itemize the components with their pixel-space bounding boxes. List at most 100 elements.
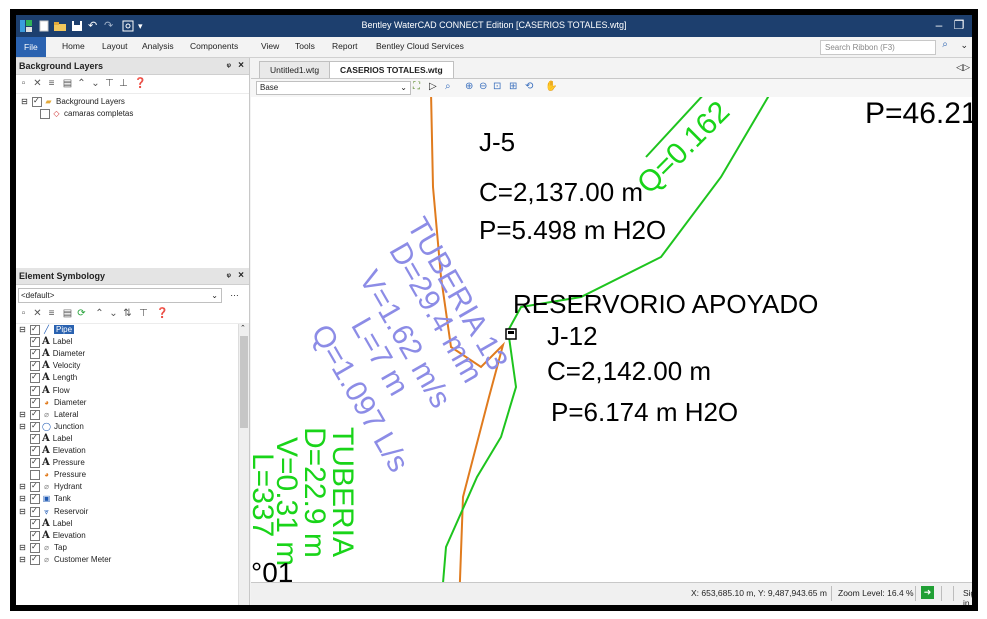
symbology-tree-item[interactable]: ⊟ ⌀ Hydrant [18, 480, 82, 493]
tab-scroll-icon[interactable]: ◁▷ [956, 62, 970, 73]
drawing-canvas[interactable]: P=46.21 J-5 C=2,137.00 m P=5.498 m H2O R… [251, 97, 972, 583]
scroll-down-arrow[interactable]: ⌄ [240, 601, 246, 605]
symbology-tree-item[interactable]: ⊟ ⌀ Lateral [18, 408, 78, 421]
symbology-tree-item[interactable]: ◕ Pressure [30, 469, 86, 481]
symbology-tree-item[interactable]: ⊟ ╱ Pipe [18, 324, 75, 336]
collapse-icon[interactable]: ⊟ [20, 96, 29, 108]
zoom-center-icon[interactable]: ⊞ [509, 81, 517, 92]
help-icon[interactable]: ❓ [134, 78, 146, 89]
symbology-checkbox[interactable] [30, 432, 40, 444]
symbology-tree-item[interactable]: AElevation [30, 444, 86, 457]
properties-icon[interactable]: ▤ [62, 78, 73, 89]
tab-view[interactable]: View [261, 41, 279, 51]
tab-components[interactable]: Components [190, 41, 238, 51]
zoom-previous-icon[interactable]: ⟲ [525, 81, 533, 92]
symbology-checkbox[interactable] [30, 335, 40, 348]
refresh-icon[interactable]: ⟳ [76, 308, 87, 319]
select-pointer-icon[interactable]: ▷ [429, 81, 437, 92]
collapse-icon[interactable]: ⊟ [18, 421, 27, 433]
symbology-checkbox[interactable] [30, 553, 40, 565]
symbology-checkbox[interactable] [30, 347, 40, 360]
expand-icon[interactable]: ⊤ [138, 308, 149, 319]
symbology-tree-item[interactable]: ⊟ ◯Junction [18, 420, 84, 433]
more-options-button[interactable]: … [230, 288, 239, 298]
symbology-checkbox[interactable] [30, 371, 40, 384]
symbology-tree-item[interactable]: ◕ Diameter [30, 396, 86, 409]
view-selector[interactable]: Base ⌄ [256, 81, 411, 95]
tab-file[interactable]: File [16, 37, 46, 57]
scroll-up-arrow[interactable]: ⌃ [240, 324, 246, 332]
delete-icon[interactable]: ✕ [32, 308, 43, 319]
collapse-icon[interactable]: ⊟ [18, 409, 27, 421]
symbology-tree-item[interactable]: APressure [30, 456, 85, 469]
collapse-icon[interactable]: ⊟ [18, 324, 27, 336]
pin-icon[interactable]: ᵠ [227, 268, 231, 284]
move-up-icon[interactable]: ⌃ [76, 78, 87, 89]
move-down-icon[interactable]: ⌄ [90, 78, 101, 89]
minimize-button[interactable]: – [930, 17, 948, 33]
new-icon[interactable]: ▫ [18, 308, 29, 319]
symbology-checkbox[interactable] [30, 541, 40, 553]
delete-icon[interactable]: ✕ [32, 78, 43, 89]
collapse-icon[interactable]: ⊥ [118, 78, 129, 89]
close-icon[interactable]: × [238, 268, 244, 284]
zoom-out-icon[interactable]: ⊖ [479, 81, 487, 92]
tab-analysis[interactable]: Analysis [142, 41, 174, 51]
collapse-icon[interactable]: ⊟ [18, 554, 27, 566]
symbology-checkbox[interactable] [30, 480, 40, 493]
zoom-extents-icon[interactable]: ⌕ [445, 81, 451, 92]
symbology-checkbox[interactable] [30, 396, 40, 408]
symbology-checkbox[interactable] [30, 408, 40, 420]
pin-icon[interactable]: ᵠ [227, 58, 231, 74]
layers-icon[interactable]: ⛶ [413, 81, 420, 92]
symbology-checkbox[interactable] [30, 456, 40, 469]
tree-item-background-layers[interactable]: ⊟ ▰ Background Layers [20, 95, 125, 108]
zoom-in-icon[interactable]: ⊕ [465, 81, 473, 92]
ribbon-search-input[interactable]: Search Ribbon (F3) [820, 40, 936, 55]
tree-scrollbar[interactable]: ⌃ ⌄ [238, 324, 249, 605]
symbology-tree-item[interactable]: ⊟ ⌀ Tap [18, 541, 67, 554]
restore-button[interactable]: ❐ [950, 17, 968, 33]
symbology-tree-item[interactable]: AElevation [30, 529, 86, 542]
move-up-icon[interactable]: ⌃ [94, 308, 105, 319]
tab-layout[interactable]: Layout [102, 41, 128, 51]
collapse-icon[interactable]: ⊟ [18, 481, 27, 493]
symbology-checkbox[interactable] [30, 517, 40, 529]
symbology-checkbox[interactable] [30, 529, 40, 541]
sort-icon[interactable]: ⇅ [122, 308, 133, 319]
tab-untitled1[interactable]: Untitled1.wtg [259, 61, 331, 78]
arrow-right-icon[interactable]: ➜ [921, 586, 934, 599]
symbology-checkbox[interactable] [30, 470, 40, 481]
symbology-checkbox[interactable] [30, 384, 40, 396]
rename-icon[interactable]: ≡ [46, 78, 57, 89]
symbology-tree-item[interactable]: ⊟ ⌀ Customer Meter [18, 553, 111, 566]
layer-checkbox[interactable] [32, 95, 42, 107]
symbology-checkbox[interactable] [30, 492, 40, 505]
sign-in-link[interactable]: Sign in [963, 588, 972, 605]
pan-icon[interactable]: ✋ [545, 81, 557, 92]
close-icon[interactable]: × [238, 58, 244, 74]
tree-item-camaras[interactable]: ◇ camaras completas [40, 108, 133, 120]
symbology-tree-item[interactable]: ⊟ ▣Tank [18, 492, 71, 505]
rename-icon[interactable]: ≡ [46, 308, 57, 319]
zoom-window-icon[interactable]: ⊡ [493, 81, 501, 92]
symbology-checkbox[interactable] [30, 505, 40, 517]
tab-tools[interactable]: Tools [295, 41, 315, 51]
collapse-icon[interactable]: ⊟ [18, 542, 27, 554]
help-icon[interactable]: ❓ [156, 308, 168, 319]
symbology-dropdown[interactable]: <default> ⌄ [18, 288, 222, 303]
layer-checkbox[interactable] [40, 109, 50, 119]
symbology-checkbox[interactable] [30, 324, 40, 335]
collapse-icon[interactable]: ⊟ [18, 506, 27, 518]
tab-cloud-services[interactable]: Bentley Cloud Services [376, 41, 464, 51]
collapse-icon[interactable]: ⊟ [18, 493, 27, 505]
expand-icon[interactable]: ⊤ [104, 78, 115, 89]
symbology-tree-item[interactable]: ADiameter [30, 347, 85, 360]
tab-report[interactable]: Report [332, 41, 358, 51]
symbology-tree-item[interactable]: ⊟ ⩔ Reservoir [18, 505, 88, 518]
scroll-thumb[interactable] [240, 336, 248, 428]
search-icon[interactable]: ⌕ [938, 39, 952, 54]
chevron-down-icon[interactable]: ⌄ [960, 40, 968, 51]
symbology-checkbox[interactable] [30, 444, 40, 456]
symbology-checkbox[interactable] [30, 359, 40, 372]
